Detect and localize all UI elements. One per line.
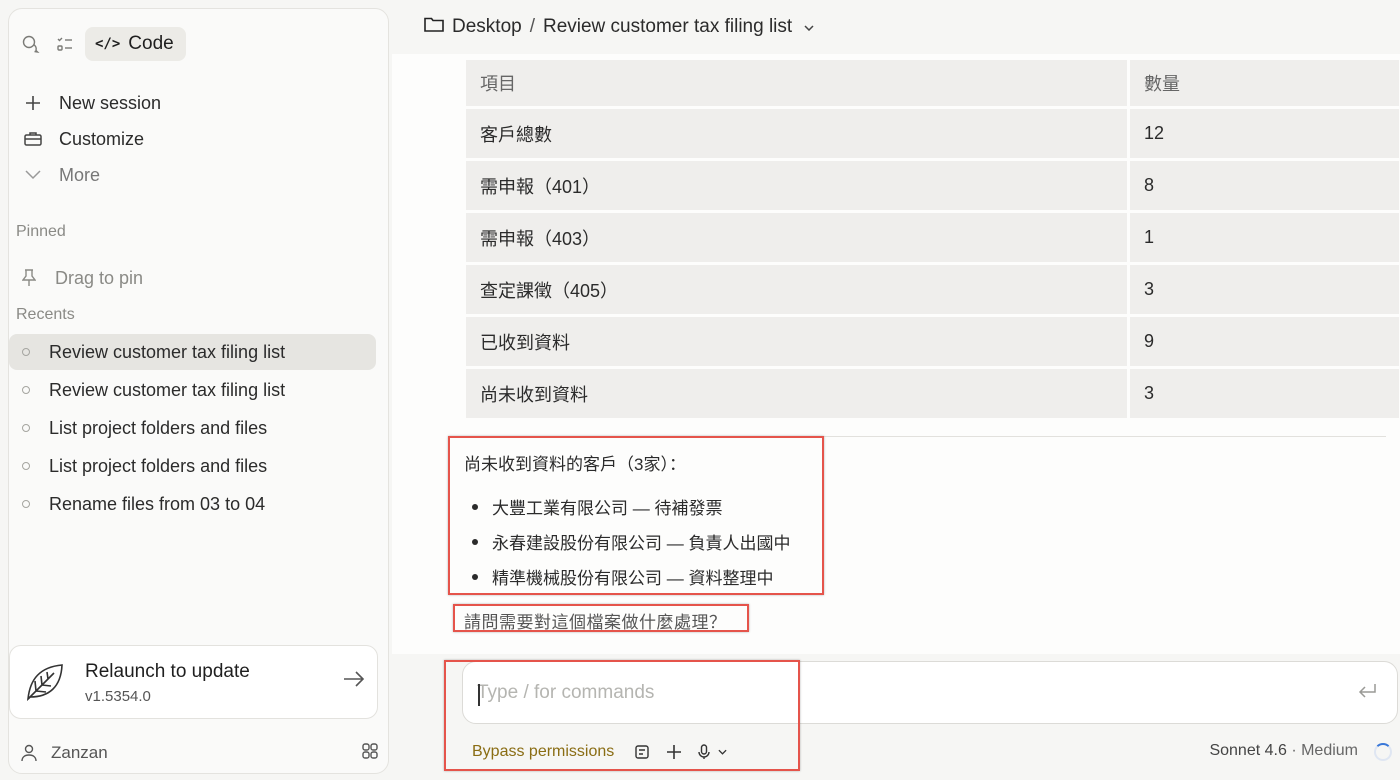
relaunch-update-card[interactable]: Relaunch to update v1.5354.0 xyxy=(9,645,378,719)
chevron-down-icon[interactable] xyxy=(804,20,814,34)
recent-session-item[interactable]: Review customer tax filing list xyxy=(9,334,376,370)
pin-icon xyxy=(17,269,41,287)
breadcrumb-folder[interactable]: Desktop xyxy=(452,16,522,38)
sidebar-nav: New session Customize More xyxy=(17,85,382,193)
customize-button[interactable]: Customize xyxy=(17,121,382,157)
loading-spinner-icon xyxy=(1374,743,1392,761)
session-status-icon xyxy=(22,424,30,432)
user-name: Zanzan xyxy=(51,743,108,762)
tasks-mode-icon[interactable] xyxy=(51,30,79,58)
table-cell: 客戶總數 xyxy=(466,109,1127,158)
recent-session-label: List project folders and files xyxy=(49,417,268,438)
model-separator: · xyxy=(1291,742,1297,759)
code-icon: </> xyxy=(95,36,121,52)
session-status-icon xyxy=(22,462,30,470)
plus-icon xyxy=(21,95,45,111)
annotation-box xyxy=(453,604,749,632)
recent-session-item[interactable]: Rename files from 03 to 04 xyxy=(9,486,376,522)
table-cell: 9 xyxy=(1130,317,1399,366)
recent-session-item[interactable]: List project folders and files xyxy=(9,448,376,484)
table-row: 需申報（403） 1 xyxy=(466,213,1400,262)
table-row: 需申報（401） 8 xyxy=(466,161,1400,210)
model-effort: Medium xyxy=(1301,742,1358,759)
code-mode-tab[interactable]: </> Code xyxy=(85,27,186,61)
update-version: v1.5354.0 xyxy=(85,688,151,705)
sidebar: </> Code New session Customize More Pinn… xyxy=(8,8,389,774)
table-cell: 12 xyxy=(1130,109,1399,158)
session-status-icon xyxy=(22,348,30,356)
table-cell: 已收到資料 xyxy=(466,317,1127,366)
session-status-icon xyxy=(22,500,30,508)
chat-mode-icon[interactable] xyxy=(17,30,45,58)
breadcrumb: Desktop / Review customer tax filing lis… xyxy=(424,14,814,40)
drag-to-pin-label: Drag to pin xyxy=(55,267,144,288)
table-cell: 查定課徵（405） xyxy=(466,265,1127,314)
table-row: 已收到資料 9 xyxy=(466,317,1400,366)
leaf-icon xyxy=(24,661,66,708)
table-header-cell: 項目 xyxy=(466,60,1127,106)
table-header-row: 項目 數量 xyxy=(466,60,1400,106)
model-selector[interactable]: Sonnet 4.6 · Medium xyxy=(1209,742,1358,760)
arrow-right-icon xyxy=(343,670,365,693)
table-header-cell: 數量 xyxy=(1130,60,1399,106)
update-title: Relaunch to update xyxy=(85,661,250,682)
recent-session-item[interactable]: Review customer tax filing list xyxy=(9,372,376,408)
pinned-section-label: Pinned xyxy=(16,223,66,240)
user-account-row[interactable]: Zanzan xyxy=(17,739,379,767)
drag-to-pin-zone[interactable]: Drag to pin xyxy=(17,261,143,295)
session-status-icon xyxy=(22,386,30,394)
chevron-down-icon xyxy=(21,170,45,180)
table-row: 尚未收到資料 3 xyxy=(466,369,1400,418)
recents-list: Review customer tax filing list Review c… xyxy=(9,334,388,524)
summary-table: 項目 數量 客戶總數 12 需申報（401） 8 需申報（403） 1 查定課徵… xyxy=(466,60,1400,421)
table-cell: 1 xyxy=(1130,213,1399,262)
recents-section-label: Recents xyxy=(16,306,75,323)
more-label: More xyxy=(59,164,101,185)
breadcrumb-separator: / xyxy=(529,16,535,37)
code-tab-label: Code xyxy=(128,33,174,54)
settings-icon[interactable] xyxy=(361,742,379,765)
folder-icon xyxy=(424,16,444,39)
table-cell: 尚未收到資料 xyxy=(466,369,1127,418)
new-session-label: New session xyxy=(59,92,162,113)
table-cell: 需申報（403） xyxy=(466,213,1127,262)
more-button[interactable]: More xyxy=(17,157,382,193)
recent-session-label: Review customer tax filing list xyxy=(49,341,286,362)
new-session-button[interactable]: New session xyxy=(17,85,382,121)
table-cell: 3 xyxy=(1130,265,1399,314)
mode-tabs: </> Code xyxy=(17,27,186,61)
table-cell: 8 xyxy=(1130,161,1399,210)
model-name: Sonnet 4.6 xyxy=(1209,742,1287,759)
table-row: 查定課徵（405） 3 xyxy=(466,265,1400,314)
annotation-box xyxy=(448,436,824,595)
recent-session-label: Rename files from 03 to 04 xyxy=(49,493,266,514)
customize-label: Customize xyxy=(59,128,145,149)
enter-icon[interactable] xyxy=(1357,682,1377,705)
recent-session-label: List project folders and files xyxy=(49,455,268,476)
recent-session-item[interactable]: List project folders and files xyxy=(9,410,376,446)
table-cell: 3 xyxy=(1130,369,1399,418)
table-row: 客戶總數 12 xyxy=(466,109,1400,158)
briefcase-icon xyxy=(21,131,45,147)
recent-session-label: Review customer tax filing list xyxy=(49,379,286,400)
breadcrumb-session[interactable]: Review customer tax filing list xyxy=(543,16,792,38)
user-icon xyxy=(17,744,41,762)
annotation-box xyxy=(444,660,800,771)
table-cell: 需申報（401） xyxy=(466,161,1127,210)
